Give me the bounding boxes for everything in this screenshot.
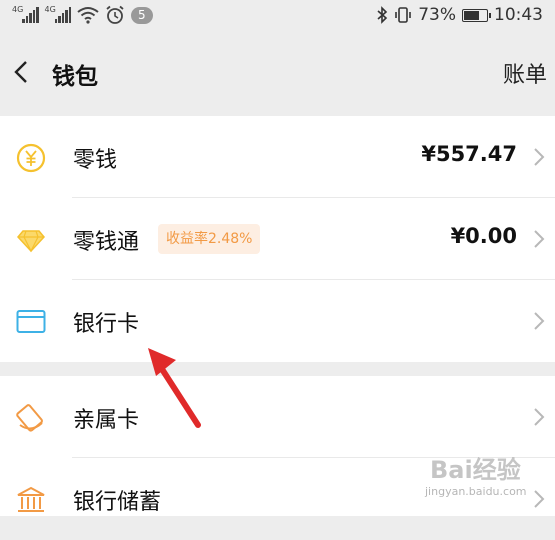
chevron-left-icon	[14, 61, 27, 83]
balance-value: ¥557.47	[421, 142, 517, 166]
back-button[interactable]	[10, 52, 40, 92]
alarm-icon	[106, 5, 124, 24]
battery-icon	[462, 8, 491, 22]
list-item-label: 亲属卡	[73, 408, 140, 433]
chevron-right-icon	[534, 230, 545, 248]
list-item-label: 零钱通	[73, 230, 140, 255]
chevron-right-icon	[534, 490, 545, 508]
network-type-label: 4G	[44, 5, 56, 14]
list-item-family-card[interactable]: 亲属卡	[0, 376, 555, 458]
card-icon	[16, 310, 46, 333]
signal-icon: 4G	[44, 5, 71, 23]
battery-percent: 73%	[418, 5, 456, 25]
network-type-label: 4G	[12, 5, 24, 14]
yield-rate-badge: 收益率2.48%	[158, 224, 261, 254]
nav-bar: 钱包 账单	[0, 30, 555, 116]
list-item-change-plus[interactable]: 零钱通 ¥0.00	[0, 198, 555, 280]
family-card-icon	[16, 404, 43, 432]
wifi-icon	[77, 7, 99, 24]
diamond-icon	[17, 230, 45, 253]
notification-badge: 5	[131, 6, 153, 24]
vibrate-icon	[395, 7, 412, 23]
chevron-right-icon	[534, 312, 545, 330]
signal-icon: 4G	[12, 5, 39, 23]
watermark-url: jingyan.baidu.com	[425, 485, 527, 498]
wallet-list-primary: 零钱 ¥557.47 零钱通 ¥0.00 银行卡	[0, 116, 555, 362]
chevron-right-icon	[534, 408, 545, 426]
status-bar: 4G 4G 5 73% 10:43	[0, 0, 555, 30]
list-item-label: 银行储蓄	[73, 490, 162, 515]
list-item-label: 银行卡	[73, 312, 140, 337]
list-item-change[interactable]: 零钱 ¥557.47	[0, 116, 555, 198]
list-item-label: 零钱	[73, 148, 118, 173]
list-item-bank-card[interactable]: 银行卡	[0, 280, 555, 362]
balance-value: ¥0.00	[450, 224, 517, 248]
bluetooth-icon	[377, 6, 388, 24]
chevron-right-icon	[534, 148, 545, 166]
watermark-logo: Bai经验	[430, 456, 521, 484]
status-time: 10:43	[494, 5, 543, 25]
coin-icon	[16, 143, 46, 173]
bills-button[interactable]: 账单	[503, 57, 547, 89]
page-title: 钱包	[52, 64, 98, 90]
